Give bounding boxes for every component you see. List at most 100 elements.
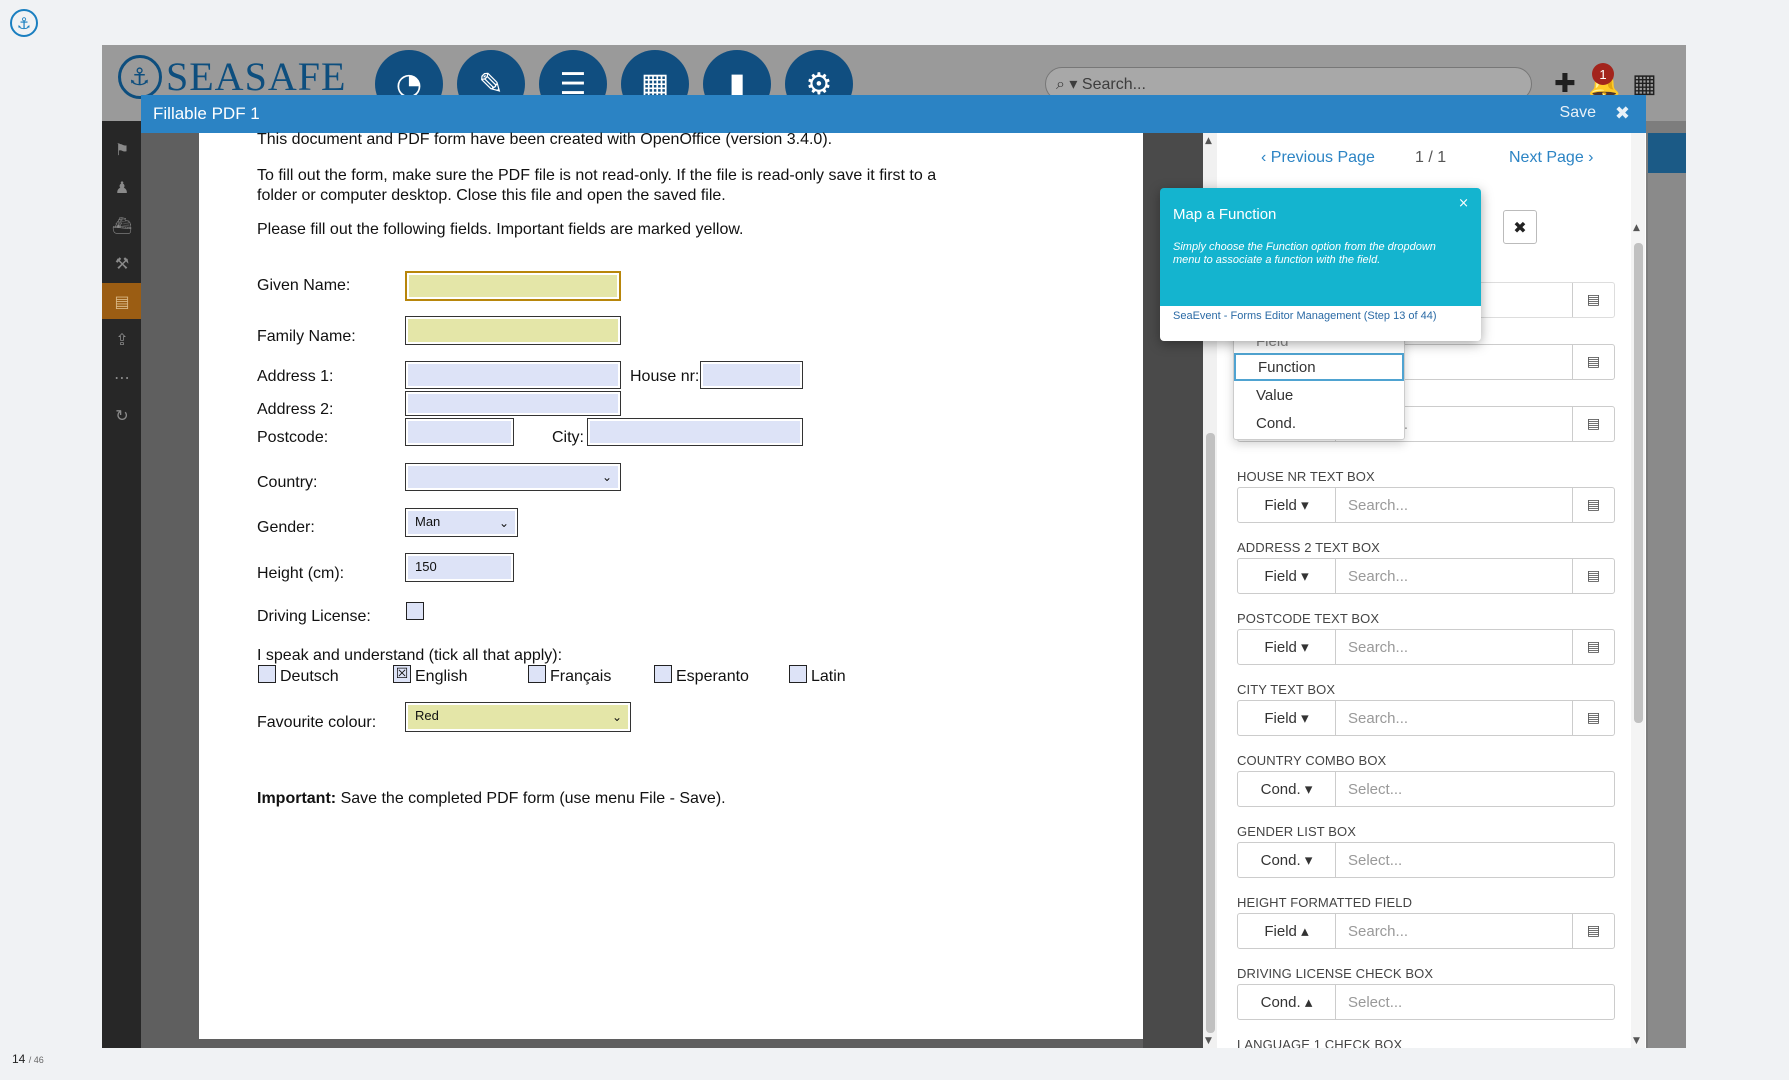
background-strip xyxy=(1648,173,1686,1048)
city-field[interactable] xyxy=(587,418,803,446)
gender-mapping: Cond. ▾ Select... xyxy=(1237,842,1615,878)
address1-field[interactable] xyxy=(405,361,621,389)
ship-icon: ⚑ xyxy=(114,139,130,159)
sidebar-item-vessel[interactable]: ⛴ xyxy=(102,207,142,243)
family-name-field[interactable] xyxy=(405,316,621,345)
panel-scroll-thumb[interactable] xyxy=(1634,243,1643,723)
intro-line-1: This document and PDF form have been cre… xyxy=(257,131,833,148)
vessel-icon: ⛴ xyxy=(111,215,133,235)
sidebar-item-upload[interactable]: ⇪ xyxy=(102,321,142,357)
app-logo-icon[interactable]: ⚓ xyxy=(10,9,38,37)
sidebar-item-sync[interactable]: ↻ xyxy=(102,397,142,433)
next-page-link[interactable]: Next Page › xyxy=(1509,149,1593,167)
country-select[interactable]: ⌄ xyxy=(405,463,621,491)
deutsch-checkbox[interactable] xyxy=(258,665,276,683)
table-icon[interactable]: ▤ xyxy=(1572,559,1614,593)
clear-icon[interactable]: ✖ xyxy=(1503,210,1537,244)
height-field[interactable]: 150 xyxy=(405,553,514,582)
table-icon[interactable]: ▤ xyxy=(1572,345,1614,379)
address2-mapping: Field ▾ Search... ▤ xyxy=(1237,558,1615,594)
field-label: Country combo box xyxy=(1237,753,1387,768)
scroll-down-icon[interactable]: ▼ xyxy=(1633,1036,1640,1046)
esperanto-checkbox[interactable] xyxy=(654,665,672,683)
postcode-field[interactable] xyxy=(405,418,514,446)
close-icon[interactable]: ✖ xyxy=(1615,103,1630,124)
languages-label: I speak and understand (tick all that ap… xyxy=(257,647,563,664)
slide-counter: 14 / 46 xyxy=(12,1052,44,1066)
given-name-field[interactable] xyxy=(405,271,621,301)
field-type-dropdown[interactable]: Field ▾ xyxy=(1238,701,1336,735)
english-label: English xyxy=(415,668,468,685)
table-icon[interactable]: ▤ xyxy=(1572,407,1614,441)
brand-logo[interactable]: ⚓ SEASAFE xyxy=(118,53,346,100)
driving-license-checkbox[interactable] xyxy=(406,602,424,620)
upload-icon: ⇪ xyxy=(115,329,129,349)
field-label: Driving License check box xyxy=(1237,966,1434,981)
field-search-input[interactable]: Search... xyxy=(1336,914,1572,948)
sidebar-item-ship[interactable]: ⚑ xyxy=(102,131,142,167)
tooltip-content: Map a Function × Simply choose the Funct… xyxy=(1160,188,1481,306)
field-type-dropdown[interactable]: Field ▴ xyxy=(1238,914,1336,948)
table-icon[interactable]: ▤ xyxy=(1572,701,1614,735)
pdf-page: This document and PDF form have been cre… xyxy=(199,131,1143,1039)
gender-select[interactable]: Man ⌄ xyxy=(405,508,518,537)
pdf-scroll-thumb[interactable] xyxy=(1206,433,1215,1033)
francais-checkbox[interactable] xyxy=(528,665,546,683)
house-nr-field[interactable] xyxy=(700,361,803,389)
gender-label: Gender: xyxy=(257,519,315,536)
field-search-input[interactable]: Search... xyxy=(1336,559,1572,593)
field-type-dropdown[interactable]: Cond. ▴ xyxy=(1238,985,1336,1019)
field-type-dropdown[interactable]: Cond. ▾ xyxy=(1238,772,1336,806)
header-accent-bar xyxy=(1648,133,1686,173)
intro-line-2: To fill out the form, make sure the PDF … xyxy=(257,167,937,184)
sidebar-item-forms[interactable]: ▤ xyxy=(102,283,142,319)
scroll-down-icon[interactable]: ▼ xyxy=(1205,1036,1212,1046)
table-icon[interactable]: ▤ xyxy=(1572,283,1614,317)
field-type-dropdown[interactable]: Field ▾ xyxy=(1238,559,1336,593)
field-type-dropdown[interactable]: Cond. ▾ xyxy=(1238,843,1336,877)
scroll-up-icon[interactable]: ▲ xyxy=(1205,136,1212,146)
height-label: Height (cm): xyxy=(257,565,345,582)
address2-field[interactable] xyxy=(405,391,621,416)
condition-select[interactable]: Select... xyxy=(1336,772,1614,806)
panel-scrollbar[interactable]: ▲ ▼ xyxy=(1631,133,1645,1048)
previous-page-link[interactable]: ‹ Previous Page xyxy=(1261,149,1375,167)
english-checkbox[interactable]: ☒ xyxy=(393,665,411,683)
field-search-input[interactable]: Search... xyxy=(1336,701,1572,735)
latin-label: Latin xyxy=(811,668,846,685)
close-icon[interactable]: × xyxy=(1458,196,1469,211)
menu-item-function[interactable]: Function xyxy=(1234,353,1404,381)
walkthrough-tooltip: Map a Function × Simply choose the Funct… xyxy=(1160,188,1481,341)
menu-item-value[interactable]: Value xyxy=(1234,381,1404,409)
field-search-input[interactable]: Search... xyxy=(1336,488,1572,522)
field-type-dropdown[interactable]: Field ▾ xyxy=(1238,488,1336,522)
country-mapping: Cond. ▾ Select... xyxy=(1237,771,1615,807)
table-icon[interactable]: ▤ xyxy=(1572,630,1614,664)
save-button[interactable]: Save xyxy=(1560,104,1596,122)
postcode-label: Postcode: xyxy=(257,429,329,446)
field-type-dropdown[interactable]: Field ▾ xyxy=(1238,630,1336,664)
field-label: Address 2 text box xyxy=(1237,540,1380,555)
field-label: House nr text box xyxy=(1237,469,1375,484)
field-search-input[interactable]: Search... xyxy=(1336,630,1572,664)
table-icon[interactable]: ▤ xyxy=(1572,488,1614,522)
table-icon[interactable]: ▤ xyxy=(1572,914,1614,948)
latin-checkbox[interactable] xyxy=(789,665,807,683)
given-name-label: Given Name: xyxy=(257,277,351,294)
sync-icon: ↻ xyxy=(115,405,129,425)
scroll-up-icon[interactable]: ▲ xyxy=(1633,223,1640,233)
height-mapping: Field ▴ Search... ▤ xyxy=(1237,913,1615,949)
sidebar-item-tools[interactable]: ⚒ xyxy=(102,245,142,281)
menu-item-cond[interactable]: Cond. xyxy=(1234,409,1404,437)
condition-select[interactable]: Select... xyxy=(1336,843,1614,877)
anchor-icon: ⚓ xyxy=(118,54,162,99)
more-icon: ⋯ xyxy=(114,367,130,387)
field-label: Gender list box xyxy=(1237,824,1357,839)
postcode-mapping: Field ▾ Search... ▤ xyxy=(1237,629,1615,665)
favourite-colour-select[interactable]: Red ⌄ xyxy=(405,702,631,732)
esperanto-label: Esperanto xyxy=(676,668,749,685)
condition-select[interactable]: Select... xyxy=(1336,985,1614,1019)
tooltip-title: Map a Function xyxy=(1173,206,1277,223)
sidebar-item-more[interactable]: ⋯ xyxy=(102,359,142,395)
sidebar-item-crew[interactable]: ♟ xyxy=(102,169,142,205)
